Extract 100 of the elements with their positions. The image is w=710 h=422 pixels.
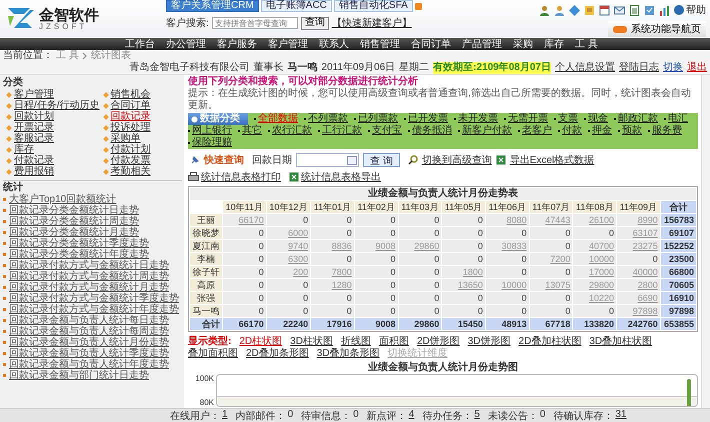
nav-item[interactable]: 客户服务 [217,37,257,51]
chart-type-link[interactable]: 2D叠加柱状图 [518,336,582,348]
quick-create-link[interactable]: 【快速新建客户】 [332,16,412,30]
bar-chart-icon[interactable] [659,4,670,16]
category-link[interactable]: 付款发票 [104,155,151,166]
customer-search-field[interactable]: 支持拼音首字母查询 [212,17,298,29]
category-link[interactable]: 费用报销 [7,166,54,177]
category-filter[interactable]: 电汇 [664,113,688,125]
header-link[interactable]: 退出 [687,62,707,74]
category-filter[interactable]: 老客户 [518,125,552,137]
statistics-link[interactable]: 回款记录付款方式与金额统计日走势 [3,260,169,271]
category-link[interactable]: 客户管理 [7,89,54,100]
nav-item[interactable]: 联系人 [319,37,349,51]
person-icon[interactable] [539,4,550,16]
nav-item[interactable]: 工 具 [575,37,598,51]
status-link[interactable]: 5 [474,408,480,422]
statistics-link[interactable]: 回款记录金额与部门统计日走势 [3,370,149,381]
category-filter[interactable]: 网上银行 [188,125,232,137]
category-filter[interactable]: 不列票款 [304,113,348,125]
calendar-icon[interactable] [599,4,610,16]
chart-type-link[interactable]: 3D叠加柱状图 [589,336,652,348]
note-icon[interactable] [584,4,595,16]
advanced-search-link[interactable]: 切换到高级查询 [422,153,492,167]
statistics-link[interactable]: 回款记录金额与负责人统计季度走势 [3,348,169,359]
help-link[interactable]: 帮助 [686,3,706,17]
category-filter[interactable]: 工行汇款 [318,125,362,137]
statistics-link[interactable]: 回款记录分类金额统计日走势 [3,205,139,216]
category-filter[interactable]: 支票 [554,113,578,125]
category-link[interactable]: 开票记录 [7,122,54,133]
nav-item[interactable]: 工作台 [125,37,155,51]
statistics-link[interactable]: 回款记录分类金额统计月走势 [3,227,139,238]
checklist-icon[interactable] [644,4,655,16]
status-link[interactable]: 1 [222,408,228,422]
nav-item[interactable]: 产品管理 [462,37,502,51]
calendar-icon[interactable] [347,156,357,164]
search-button[interactable]: 查询 [300,16,329,30]
product-tab[interactable]: 电子账簿ACC [260,0,332,12]
statistics-link[interactable]: 回款记录金额与负责人统计年度走势 [3,359,169,370]
chart-type-link[interactable]: 2D叠加条形图 [246,348,309,360]
chart-type-link[interactable]: 2D饼形图 [416,336,460,348]
statistics-link[interactable]: 回款记录分类金额统计季度走势 [3,238,149,249]
category-filter[interactable]: 新客户付款 [458,125,512,137]
statistics-link[interactable]: 回款记录金额与负责人统计每日走势 [3,315,169,326]
header-link[interactable]: 登陆日志 [619,62,659,74]
category-filter[interactable]: 支付宝 [368,125,402,137]
category-link[interactable]: 投诉处理 [104,122,151,133]
category-link[interactable]: 付款计划 [104,144,151,155]
nav-item[interactable]: 办公管理 [166,37,206,51]
header-link[interactable]: 个人信息设置 [555,62,615,74]
statistics-link[interactable]: 回款记录付款方式与金额统计月走势 [3,282,169,293]
category-filter[interactable]: 未开发票 [454,113,498,125]
category-filter[interactable]: 其它 [238,125,262,137]
statistics-link[interactable]: 回款记录付款方式与金额统计周走势 [3,271,169,282]
chart-type-link[interactable]: 面积图 [378,336,409,348]
category-link[interactable]: 回款记录 [104,111,151,122]
statistics-link[interactable]: 回款记录分类金额统计周走势 [3,216,139,227]
statistics-link[interactable]: 回款记录付款方式与金额统计季度走势 [3,293,179,304]
statistics-link[interactable]: 回款记录分类金额统计年度走势 [3,249,149,260]
statistics-link[interactable]: 回款记录付款方式与金额统计年度走势 [3,304,179,315]
category-link[interactable]: 销售机会 [104,89,151,100]
category-link[interactable]: 付款记录 [7,155,54,166]
chart-type-link[interactable]: 叠加面积图 [188,348,238,360]
nav-item[interactable]: 采购 [513,37,533,51]
chart-type-link[interactable]: 3D饼形图 [468,336,511,348]
chart-type-link[interactable]: 2D柱状图 [239,336,282,348]
category-filter[interactable]: 已列票款 [354,113,398,125]
chart-type-link[interactable]: 折线图 [340,336,371,348]
table-action-link[interactable]: 统计信息表格打印 [201,170,281,184]
category-filter[interactable]: 保险理赔 [188,137,232,149]
category-filter[interactable]: 无需开票 [504,113,548,125]
mail-icon[interactable] [614,4,625,16]
nav-item[interactable]: 销售管理 [360,37,400,51]
document-icon[interactable] [629,4,640,16]
category-link[interactable]: 日程/任务/行动历史 [7,100,100,111]
category-filter[interactable]: 现金 [584,113,608,125]
nav-item[interactable]: 库存 [544,37,564,51]
category-filter[interactable]: 债务抵消 [408,125,452,137]
diamond-icon[interactable] [569,4,580,16]
export-excel-link[interactable]: 导出Excel格式数据 [510,153,594,167]
header-link[interactable]: 切换 [663,62,683,74]
category-filter[interactable]: 押金 [588,125,612,137]
chart-type-link[interactable]: 3D叠加条形图 [316,348,380,360]
category-link[interactable]: 采购单 [104,133,141,144]
navigation-page-button[interactable]: 系统功能导航页 [608,21,706,37]
category-filter[interactable]: 付款 [558,125,582,137]
category-link[interactable]: 考勤相关 [104,166,151,177]
category-filter[interactable]: 已开发票 [404,113,448,125]
person-icon[interactable] [554,4,565,16]
date-field[interactable] [296,153,359,167]
category-filter[interactable]: 预款 [618,125,642,137]
status-link[interactable]: 4 [408,408,414,422]
nav-item[interactable]: 合同订单 [411,37,451,51]
category-link[interactable]: 合同订单 [104,100,151,111]
category-link[interactable]: 客服记录 [7,133,54,144]
chart-type-link[interactable]: 3D柱状图 [290,336,333,348]
statistics-link[interactable]: 大客户Top10回款额统计 [3,194,116,205]
category-link[interactable]: 库存 [7,144,34,155]
category-link[interactable]: 回款计划 [7,111,54,122]
category-filter[interactable]: 服务费 [648,125,682,137]
statistics-link[interactable]: 回款记录金额与负责人统计每周走势 [3,326,169,337]
